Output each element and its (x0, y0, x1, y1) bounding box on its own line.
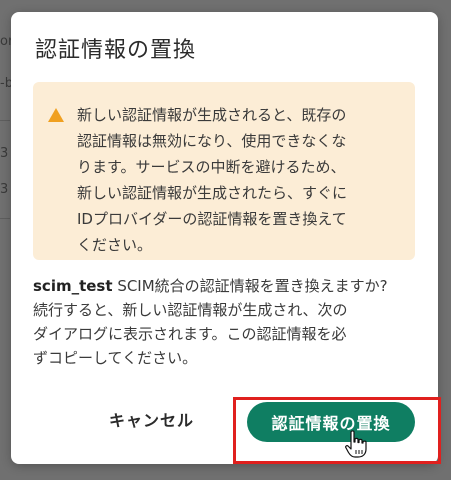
confirmation-text: scim_test SCIM統合の認証情報を置き換えますか? 続行すると、新しい… (33, 274, 423, 370)
replace-credentials-button[interactable]: 認証情報の置換 (247, 402, 415, 442)
hand-pointer-icon (345, 430, 367, 458)
background-text-fragment: 3 (0, 146, 9, 161)
warning-text-line: 新しい認証情報が生成されたら、すぐに (77, 184, 348, 202)
integration-name: scim_test (33, 277, 113, 295)
cancel-button[interactable]: キャンセル (109, 407, 194, 431)
dialog-title: 認証情報の置換 (35, 38, 197, 63)
warning-text-line: ります。サービスの中断を避けるため、 (77, 158, 346, 176)
warning-alert: 新しい認証情報が生成されると、既存の 認証情報は無効になり、使用できなくな りま… (33, 82, 415, 260)
confirmation-question: SCIM統合の認証情報を置き換えますか? (112, 277, 388, 295)
warning-text-line: 新しい認証情報が生成されると、既存の (77, 106, 347, 124)
background-divider (0, 218, 10, 219)
confirmation-text-line: 続行すると、新しい認証情報が生成され、次の (33, 301, 348, 319)
confirmation-text-line: ダイアログに表示されます。この認証情報を必 (33, 325, 347, 343)
background-text-fragment: 3 (0, 182, 9, 197)
warning-triangle-icon (48, 108, 64, 122)
warning-text: 新しい認証情報が生成されると、既存の 認証情報は無効になり、使用できなくな りま… (77, 102, 403, 258)
confirmation-text-line: ずコピーしてください。 (33, 349, 198, 367)
warning-text-line: 認証情報は無効になり、使用できなくな (77, 132, 347, 150)
warning-text-line: ください。 (77, 236, 153, 254)
replace-credentials-dialog: 認証情報の置換 新しい認証情報が生成されると、既存の 認証情報は無効になり、使用… (11, 12, 441, 464)
confirmation-text-line: scim_test SCIM統合の認証情報を置き換えますか? (33, 274, 423, 298)
warning-text-line: IDプロバイダーの認証情報を置き換えて (77, 210, 347, 228)
background-divider (0, 120, 10, 121)
